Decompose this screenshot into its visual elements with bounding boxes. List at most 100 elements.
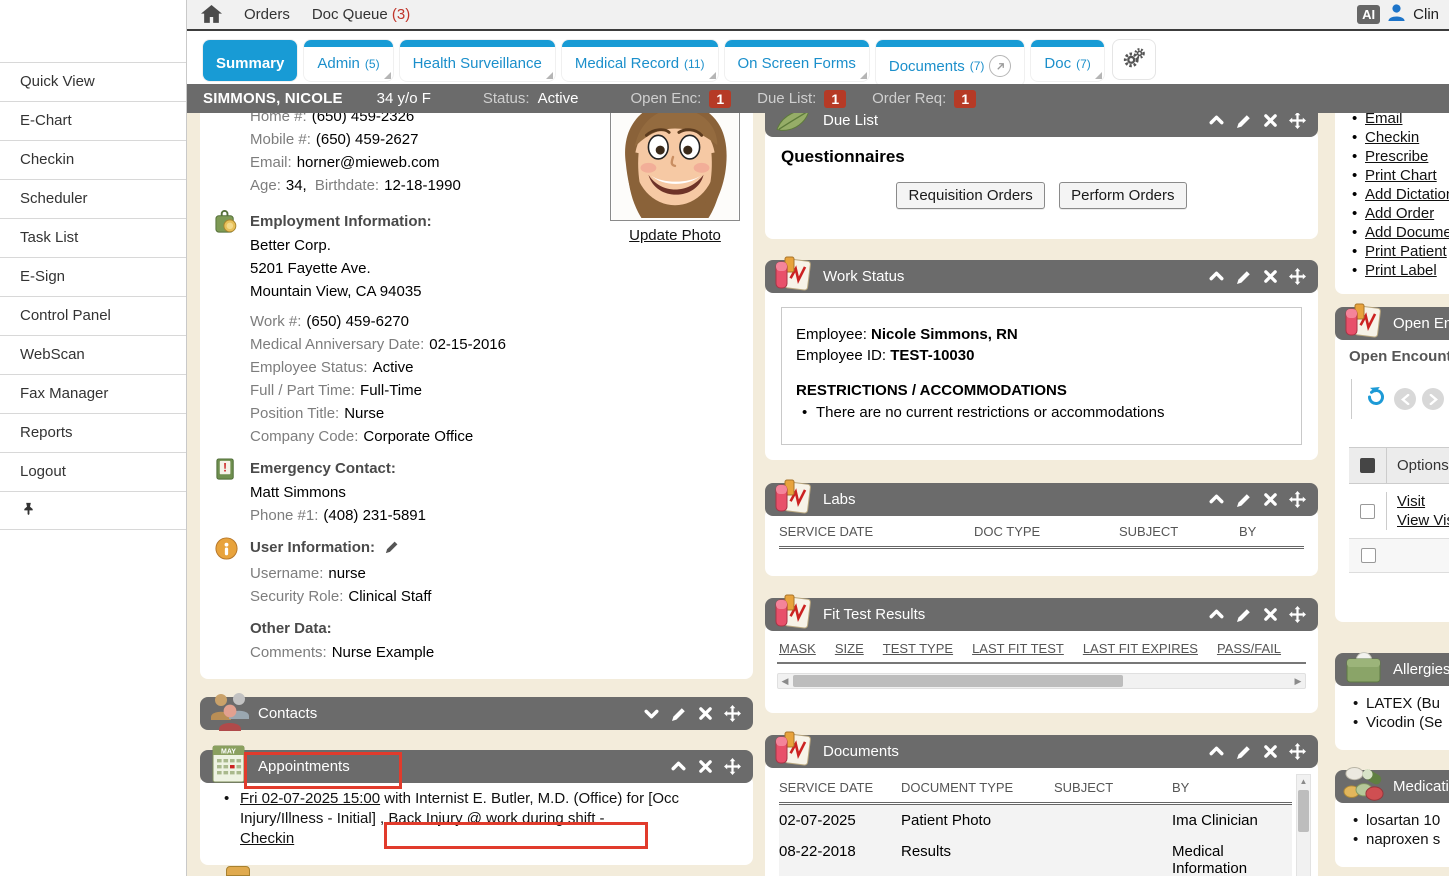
- sidebar-item-logout[interactable]: Logout: [0, 452, 186, 491]
- tab-doc[interactable]: Doc (7): [1031, 40, 1103, 81]
- close-panel-icon[interactable]: [1263, 607, 1278, 622]
- document-row[interactable]: 08-22-2018 Results Medical Information: [779, 836, 1292, 876]
- move-panel-icon[interactable]: [1289, 491, 1306, 508]
- view-visit-link[interactable]: View Visit: [1397, 512, 1449, 529]
- docs-col-document-type[interactable]: DOCUMENT TYPE: [901, 780, 1054, 795]
- fit-col-test-type[interactable]: TEST TYPE: [883, 641, 953, 656]
- tab-documents[interactable]: Documents (7): [876, 40, 1025, 86]
- tab-admin[interactable]: Admin (5): [304, 40, 392, 81]
- docs-col-service-date[interactable]: SERVICE DATE: [779, 780, 901, 795]
- scroll-left-arrow[interactable]: ◀: [778, 674, 792, 688]
- work-status-panel-header[interactable]: Work Status: [765, 260, 1318, 293]
- external-link-icon[interactable]: [989, 55, 1011, 77]
- fit-col-last-fit-test[interactable]: LAST FIT TEST: [972, 641, 1064, 656]
- appointment-checkin-link[interactable]: Checkin: [240, 830, 294, 847]
- labs-col-service-date[interactable]: SERVICE DATE: [779, 524, 974, 539]
- appointment-datetime-link[interactable]: Fri 02-07-2025 15:00: [240, 790, 380, 807]
- sidebar-item-checkin[interactable]: Checkin: [0, 140, 186, 179]
- move-panel-icon[interactable]: [1289, 268, 1306, 285]
- sidebar-item-quick-view[interactable]: Quick View: [0, 62, 186, 101]
- update-photo-link[interactable]: Update Photo: [629, 227, 721, 244]
- allergy-item[interactable]: LATEX (Bu: [1351, 694, 1449, 713]
- current-user[interactable]: Clin: [1413, 6, 1439, 23]
- action-print-label-link[interactable]: Print Label: [1365, 262, 1437, 279]
- sidebar-item-scheduler[interactable]: Scheduler: [0, 179, 186, 218]
- sidebar-item-fax-manager[interactable]: Fax Manager: [0, 374, 186, 413]
- next-encounter-button[interactable]: [1422, 388, 1444, 410]
- fit-col-last-fit-expires[interactable]: LAST FIT EXPIRES: [1083, 641, 1198, 656]
- edit-user-info-icon[interactable]: [385, 541, 399, 558]
- allergies-panel-header[interactable]: Allergies: [1335, 653, 1449, 686]
- sidebar-item-control-panel[interactable]: Control Panel: [0, 296, 186, 335]
- action-add-document-link[interactable]: Add Document: [1365, 224, 1449, 241]
- document-row[interactable]: 02-07-2025 Patient Photo Ima Clinician: [779, 805, 1292, 836]
- due-list-count-badge[interactable]: 1: [824, 90, 846, 108]
- move-panel-icon[interactable]: [1289, 606, 1306, 623]
- tab-on-screen-forms[interactable]: On Screen Forms: [725, 40, 869, 81]
- action-add-dictation-link[interactable]: Add Dictation: [1365, 186, 1449, 203]
- close-panel-icon[interactable]: [1263, 269, 1278, 284]
- move-panel-icon[interactable]: [724, 758, 741, 775]
- open-enc-count-badge[interactable]: 1: [709, 90, 731, 108]
- collapse-panel-icon[interactable]: [1208, 606, 1225, 623]
- allergy-item[interactable]: Vicodin (Se: [1351, 713, 1449, 732]
- close-panel-icon[interactable]: [698, 759, 713, 774]
- fit-col-mask[interactable]: MASK: [779, 641, 816, 656]
- medication-item[interactable]: naproxen s: [1351, 830, 1449, 849]
- medications-panel-header[interactable]: Medications: [1335, 770, 1449, 803]
- vertical-scrollbar[interactable]: ▲: [1296, 774, 1311, 876]
- sidebar-item-task-list[interactable]: Task List: [0, 218, 186, 257]
- home-icon[interactable]: [201, 5, 222, 24]
- action-email-link[interactable]: Email: [1365, 113, 1403, 127]
- fit-col-size[interactable]: SIZE: [835, 641, 864, 656]
- edit-panel-icon[interactable]: [671, 706, 687, 722]
- tab-medical-record[interactable]: Medical Record (11): [562, 40, 718, 81]
- move-panel-icon[interactable]: [724, 705, 741, 722]
- nav-orders[interactable]: Orders: [244, 6, 290, 23]
- move-panel-icon[interactable]: [1289, 743, 1306, 760]
- close-panel-icon[interactable]: [1263, 113, 1278, 128]
- requisition-orders-button[interactable]: Requisition Orders: [896, 182, 1044, 209]
- scroll-up-arrow[interactable]: ▲: [1297, 775, 1310, 789]
- labs-col-by[interactable]: BY: [1239, 524, 1299, 539]
- collapse-panel-icon[interactable]: [1208, 268, 1225, 285]
- scroll-right-arrow[interactable]: ▶: [1291, 674, 1305, 688]
- collapse-panel-icon[interactable]: [1208, 113, 1225, 129]
- collapse-panel-icon[interactable]: [670, 758, 687, 775]
- appointments-panel-header[interactable]: MAY Appointments: [200, 750, 753, 783]
- order-req-count-badge[interactable]: 1: [954, 90, 976, 108]
- labs-panel-header[interactable]: Labs: [765, 483, 1318, 516]
- action-add-order-link[interactable]: Add Order: [1365, 205, 1434, 222]
- tab-health-surveillance[interactable]: Health Surveillance: [400, 40, 555, 81]
- tab-settings-button[interactable]: [1113, 40, 1155, 79]
- visit-link[interactable]: Visit: [1397, 493, 1425, 510]
- open-encounters-panel-header[interactable]: Open Encounters: [1335, 307, 1449, 340]
- edit-panel-icon[interactable]: [1236, 744, 1252, 760]
- sidebar-item-reports[interactable]: Reports: [0, 413, 186, 452]
- scrollbar-thumb[interactable]: [793, 675, 1123, 687]
- action-print-patient-link[interactable]: Print Patient: [1365, 243, 1447, 260]
- prev-encounter-button[interactable]: [1394, 388, 1416, 410]
- row-checkbox[interactable]: [1361, 548, 1376, 563]
- perform-orders-button[interactable]: Perform Orders: [1059, 182, 1186, 209]
- close-panel-icon[interactable]: [1263, 492, 1278, 507]
- labs-col-doc-type[interactable]: DOC TYPE: [974, 524, 1119, 539]
- edit-panel-icon[interactable]: [1236, 269, 1252, 285]
- documents-panel-header[interactable]: Documents: [765, 735, 1318, 768]
- sidebar-item-e-sign[interactable]: E-Sign: [0, 257, 186, 296]
- scrollbar-thumb[interactable]: [1298, 790, 1309, 832]
- select-all-checkbox[interactable]: [1360, 458, 1375, 473]
- sidebar-pin-button[interactable]: [0, 491, 186, 530]
- due-list-panel-header[interactable]: Due List: [765, 113, 1318, 137]
- refresh-icon[interactable]: [1364, 385, 1388, 414]
- tab-summary[interactable]: Summary: [203, 40, 297, 81]
- expand-panel-icon[interactable]: [643, 705, 660, 722]
- fit-col-pass-fail[interactable]: PASS/FAIL: [1217, 641, 1281, 656]
- contacts-panel-header[interactable]: Contacts: [200, 697, 753, 730]
- horizontal-scrollbar[interactable]: ◀ ▶: [777, 673, 1306, 689]
- collapse-panel-icon[interactable]: [1208, 743, 1225, 760]
- close-panel-icon[interactable]: [698, 706, 713, 721]
- ai-badge[interactable]: AI: [1357, 5, 1380, 24]
- nav-doc-queue[interactable]: Doc Queue (3): [312, 6, 410, 23]
- row-checkbox[interactable]: [1360, 504, 1375, 519]
